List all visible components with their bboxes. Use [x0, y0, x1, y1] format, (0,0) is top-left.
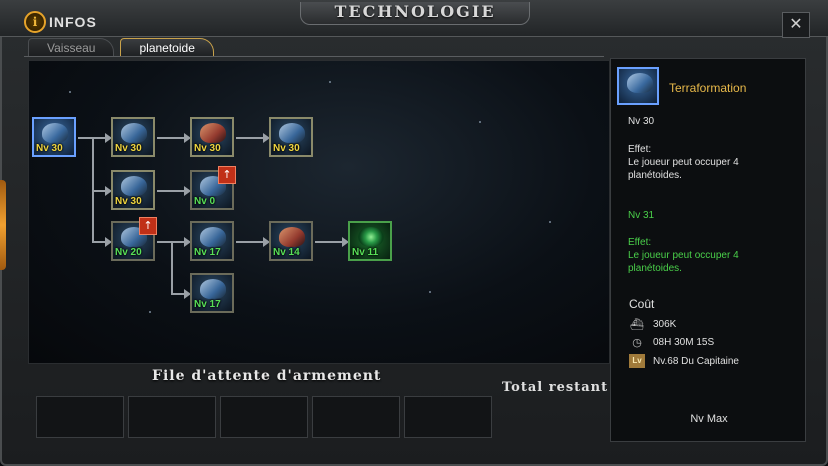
- effect-label: Effet:: [628, 144, 652, 155]
- tab-vaisseau[interactable]: Vaisseau: [28, 38, 115, 57]
- ship-resource-icon: ⛴: [630, 318, 644, 331]
- node-level: Nv 17: [194, 299, 221, 310]
- requirement-text: Nv.68 Du Capitaine: [653, 355, 739, 367]
- cost-time: 08H 30M 15S: [653, 336, 715, 348]
- close-button[interactable]: ✕: [782, 12, 810, 38]
- effect-text: Le joueur peut occuper 4 planétoides.: [628, 157, 739, 181]
- current-level: Nv 30: [628, 116, 655, 127]
- queue-slot[interactable]: [404, 396, 492, 438]
- tech-node[interactable]: Nv 30: [269, 117, 313, 157]
- node-level: Nv 17: [194, 247, 221, 258]
- next-effect-label: Effet:: [628, 237, 652, 248]
- tech-detail-panel: Terraformation Nv 30 Effet: Le joueur pe…: [610, 58, 806, 442]
- tree-connector: [236, 241, 266, 243]
- planet-cannon-icon: [627, 73, 653, 93]
- node-level: Nv 30: [115, 143, 142, 154]
- tech-node[interactable]: Nv 17: [190, 273, 234, 313]
- queue-slot[interactable]: [312, 396, 400, 438]
- tech-node[interactable]: Nv 11: [348, 221, 392, 261]
- star-decoration: [149, 311, 151, 313]
- radar-target-icon: [358, 227, 384, 247]
- tree-connector: [236, 137, 266, 139]
- upgrade-arrow-icon: ↑: [139, 217, 157, 235]
- turret-icon: [121, 123, 147, 143]
- tech-node[interactable]: Nv 30: [111, 117, 155, 157]
- node-level: Nv 0: [194, 196, 216, 207]
- upgrade-arrow-icon: ↑: [218, 166, 236, 184]
- requirement-row: Lv Nv.68 Du Capitaine: [629, 354, 739, 368]
- mech-arm-icon: [279, 123, 305, 143]
- cost-resource: 306K: [653, 318, 677, 330]
- tech-node[interactable]: Nv 17: [190, 221, 234, 261]
- cost-time-row: ◷ 08H 30M 15S: [629, 335, 714, 349]
- info-icon: i: [24, 11, 46, 33]
- tab-divider: [24, 56, 604, 57]
- side-glow-decoration: [0, 180, 6, 270]
- star-decoration: [479, 121, 481, 123]
- cost-title: Coût: [629, 297, 655, 311]
- cost-resource-row: ⛴ 306K: [629, 317, 676, 331]
- tech-node[interactable]: Nv 20 ↑: [111, 217, 157, 261]
- tech-node[interactable]: Nv 30: [190, 117, 234, 157]
- node-level: Nv 30: [36, 143, 63, 154]
- max-level-label: Nv Max: [690, 413, 728, 425]
- tab-planetoide[interactable]: planetoide: [120, 38, 214, 57]
- star-decoration: [69, 91, 71, 93]
- dome-icon: [121, 176, 147, 196]
- infos-label: INFOS: [49, 14, 97, 30]
- shield-dome-icon: [200, 279, 226, 299]
- tree-connector: [157, 137, 187, 139]
- queue-slot[interactable]: [36, 396, 124, 438]
- node-level: Nv 30: [194, 143, 221, 154]
- tech-name: Terraformation: [669, 81, 747, 95]
- level-badge-icon: Lv: [629, 354, 645, 368]
- tree-connector: [171, 241, 173, 295]
- tech-node[interactable]: Nv 14: [269, 221, 313, 261]
- clock-icon: ◷: [632, 336, 642, 349]
- node-level: Nv 20: [115, 247, 142, 258]
- tab-bar: Vaisseau planetoide: [28, 38, 214, 57]
- star-decoration: [549, 221, 551, 223]
- tech-node[interactable]: Nv 0 ↑: [190, 166, 236, 210]
- node-level: Nv 11: [352, 247, 379, 258]
- red-core-icon: [279, 227, 305, 247]
- total-remaining-label: Total restant: [502, 380, 609, 395]
- shield-dome-icon: [200, 227, 226, 247]
- star-decoration: [329, 81, 331, 83]
- next-level: Nv 31: [628, 210, 655, 221]
- node-level: Nv 30: [273, 143, 300, 154]
- window-title: TECHNOLOGIE: [300, 2, 530, 25]
- queue-title: File d'attente d'armement: [152, 368, 382, 384]
- claw-icon: [200, 123, 226, 143]
- queue-slot[interactable]: [220, 396, 308, 438]
- node-level: Nv 14: [273, 247, 300, 258]
- tech-node-terraformation[interactable]: Nv 30: [32, 117, 76, 157]
- tech-node[interactable]: Nv 30: [111, 170, 155, 210]
- queue-slot[interactable]: [128, 396, 216, 438]
- node-level: Nv 30: [115, 196, 142, 207]
- planet-cannon-icon: [42, 123, 68, 143]
- terraformation-icon: [617, 67, 659, 105]
- next-effect-text: Le joueur peut occuper 4 planétoides.: [628, 250, 739, 274]
- tree-connector: [157, 190, 187, 192]
- tech-tree: Nv 30 Nv 30 Nv 30 Nv 30 Nv 30 Nv 0 ↑ Nv …: [28, 60, 610, 364]
- infos-header[interactable]: i INFOS: [24, 11, 97, 33]
- tree-connector: [315, 241, 345, 243]
- star-decoration: [429, 291, 431, 293]
